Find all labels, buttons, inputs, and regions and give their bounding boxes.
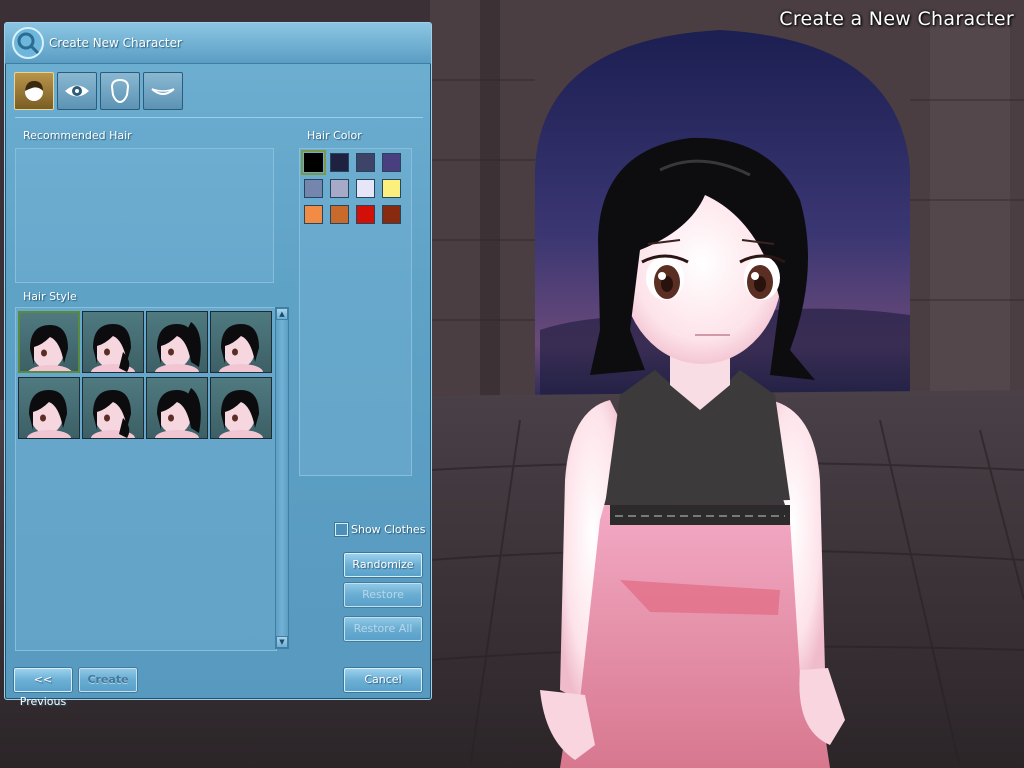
previous-button[interactable]: << Previous [14,668,72,708]
show-clothes-checkbox[interactable] [335,523,348,536]
hair-color-swatch[interactable] [304,205,323,224]
create-character-panel: Create New Character Recommended Hair Ha… [4,22,432,708]
hair-color-swatch[interactable] [356,179,375,198]
hair-color-swatch[interactable] [382,205,401,224]
hair-style-thumbnail[interactable] [210,377,272,439]
hair-icon [25,81,43,101]
tab-divider [15,117,423,118]
hair-color-swatch[interactable] [301,150,326,175]
mouth-icon [151,88,175,95]
hair-style-thumbnail[interactable] [18,311,80,373]
hair-preview-icon [28,325,72,371]
hair-color-swatch[interactable] [330,205,349,224]
hair-style-scrollbar[interactable]: ▲ ▼ [275,307,289,649]
game-logo-icon [12,27,44,59]
restore-all-button[interactable]: Restore All [344,617,422,641]
scroll-down-button[interactable]: ▼ [276,636,288,648]
hair-style-thumbnail[interactable] [82,311,144,373]
hair-style-thumbnail[interactable] [146,377,208,439]
hair-color-swatch[interactable] [382,153,401,172]
face-icon [110,78,130,104]
panel-title: Create New Character [49,36,182,50]
cancel-button[interactable]: Cancel [344,668,422,692]
scroll-up-button[interactable]: ▲ [276,308,288,320]
show-clothes-label: Show Clothes [351,523,426,536]
hair-style-thumbnail[interactable] [210,311,272,373]
hair-color-swatch[interactable] [356,205,375,224]
screen-title: Create a New Character [779,8,1014,30]
randomize-button[interactable]: Randomize [344,553,422,577]
hair-preview-icon [155,388,201,438]
hair-preview-icon [91,324,135,372]
hair-preview-icon [91,390,135,438]
tab-eyes[interactable] [57,72,97,110]
recommended-hair-box [15,148,274,283]
tab-mouth[interactable] [143,72,183,110]
hair-preview-icon [219,390,263,438]
hair-style-thumbnail[interactable] [18,377,80,439]
hair-preview-icon [155,322,201,372]
hair-style-thumbnail[interactable] [146,311,208,373]
panel-header[interactable]: Create New Character [5,23,431,64]
tab-hair[interactable] [14,72,54,110]
hair-color-swatch[interactable] [330,179,349,198]
hair-color-swatch[interactable] [330,153,349,172]
restore-button[interactable]: Restore [344,583,422,607]
tab-face[interactable] [100,72,140,110]
hair-color-label: Hair Color [307,129,362,142]
hair-color-swatch[interactable] [304,179,323,198]
hair-style-thumbnail[interactable] [82,377,144,439]
create-button[interactable]: Create [79,668,137,692]
hair-preview-icon [27,390,71,438]
hair-preview-icon [219,324,263,372]
recommended-hair-label: Recommended Hair [23,129,132,142]
eye-icon [65,85,89,97]
hair-color-swatch[interactable] [382,179,401,198]
hair-color-swatch[interactable] [356,153,375,172]
hair-style-label: Hair Style [23,290,77,303]
